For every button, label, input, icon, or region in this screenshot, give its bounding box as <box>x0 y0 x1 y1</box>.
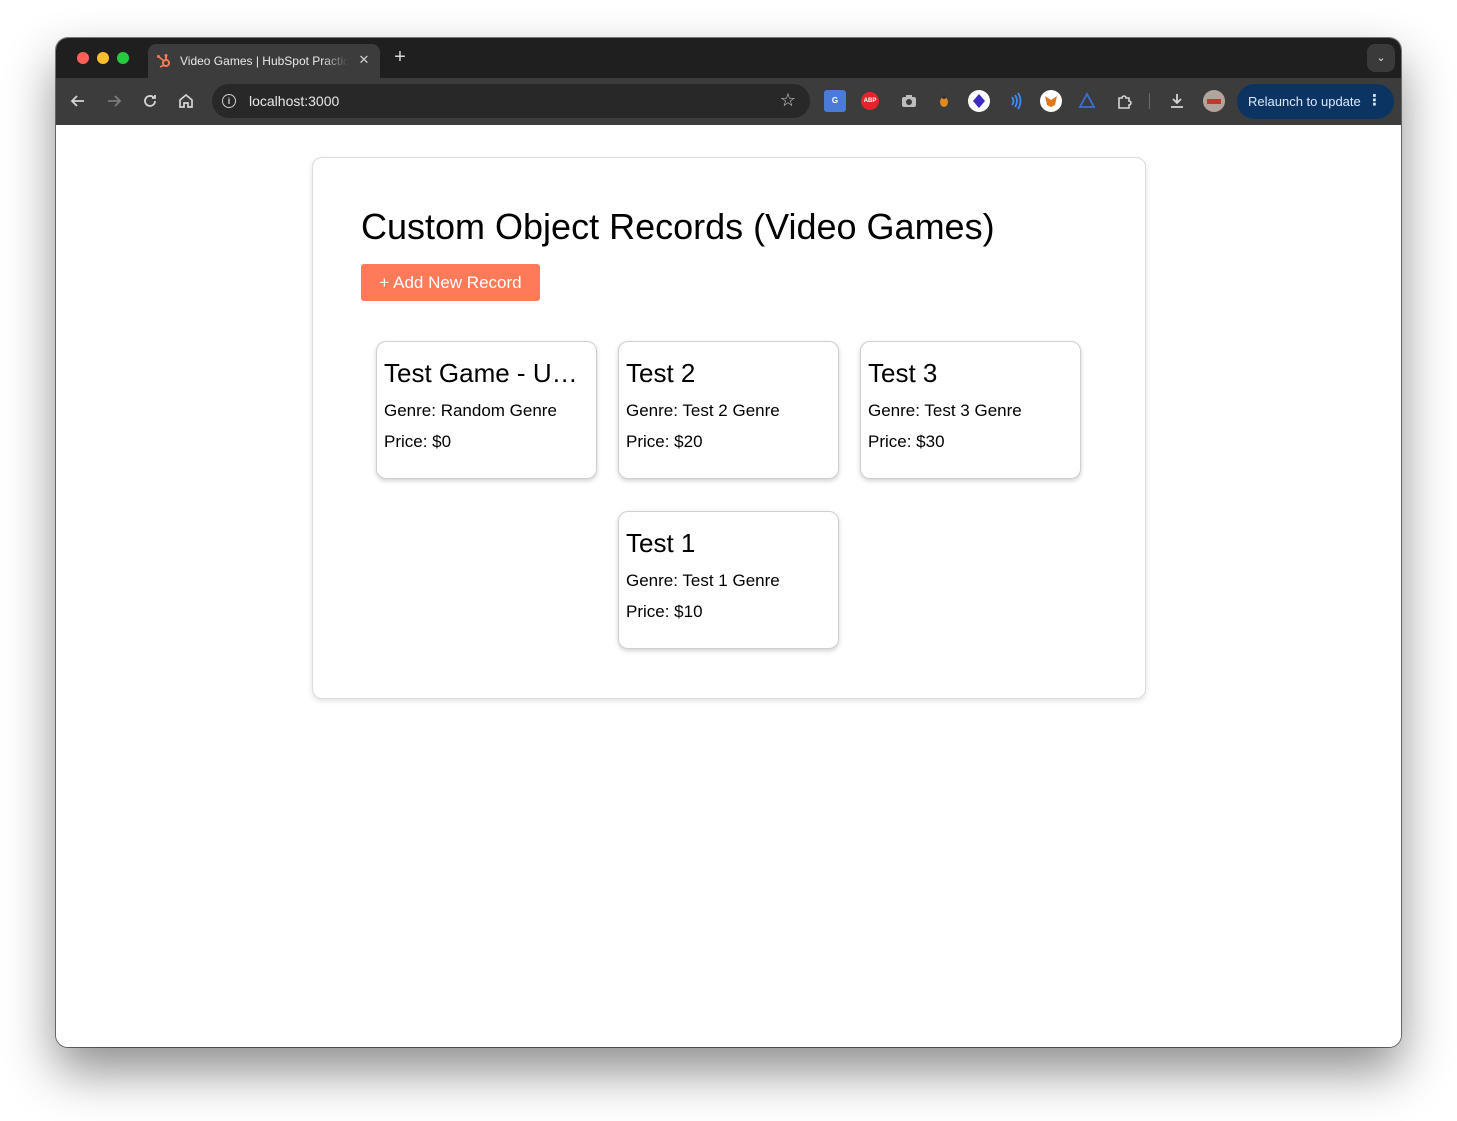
metamask-fox-icon[interactable] <box>1040 90 1062 112</box>
tab-strip: Video Games | HubSpot Practice ✕ + ⌄ <box>56 38 1401 78</box>
relaunch-label: Relaunch to update <box>1248 94 1361 109</box>
profile-avatar[interactable] <box>1203 90 1225 112</box>
reload-icon[interactable] <box>138 89 162 113</box>
record-genre: Genre: Test 1 Genre <box>626 571 780 590</box>
record-name: Test 2 <box>626 358 696 388</box>
maximize-window-button[interactable] <box>117 52 129 64</box>
browser-toolbar: i localhost:3000 ☆ G ABP Relaunch to upd… <box>56 78 1401 125</box>
record-name: Test 3 <box>868 358 938 388</box>
shield-extension-icon[interactable] <box>968 90 990 112</box>
minimize-window-button[interactable] <box>97 52 109 64</box>
puzzle-extensions-icon[interactable] <box>1113 90 1135 112</box>
close-window-button[interactable] <box>77 52 89 64</box>
add-new-record-button[interactable]: + Add New Record <box>361 264 540 301</box>
more-vertical-icon[interactable]: ⋮ <box>1367 91 1382 109</box>
relaunch-to-update-button[interactable]: Relaunch to update ⋮ <box>1237 84 1394 119</box>
records-panel: Custom Object Records (Video Games) + Ad… <box>312 157 1146 699</box>
record-price: Price: $30 <box>868 432 945 451</box>
browser-window: Video Games | HubSpot Practice ✕ + ⌄ i l… <box>56 38 1401 1047</box>
record-genre: Genre: Test 3 Genre <box>868 401 1022 420</box>
translate-label: G <box>831 96 839 105</box>
toolbar-divider <box>1149 93 1150 109</box>
bug-icon[interactable] <box>933 90 955 112</box>
download-icon[interactable] <box>1166 90 1188 112</box>
info-icon[interactable]: i <box>222 94 236 108</box>
record-name: Test Game - UI Test <box>384 358 584 388</box>
hubspot-icon <box>157 54 170 68</box>
record-card[interactable]: Test 3 Genre: Test 3 Genre Price: $30 <box>860 341 1081 479</box>
record-card[interactable]: Test 1 Genre: Test 1 Genre Price: $10 <box>618 511 839 649</box>
back-arrow-icon[interactable] <box>66 89 90 113</box>
record-card[interactable]: Test 2 Genre: Test 2 Genre Price: $20 <box>618 341 839 479</box>
bookmark-star-icon[interactable]: ☆ <box>780 90 796 111</box>
record-name: Test 1 <box>626 528 696 558</box>
tab-title: Video Games | HubSpot Practice <box>180 54 348 68</box>
triangle-extension-icon[interactable] <box>1076 90 1098 112</box>
record-card[interactable]: Test Game - UI Test Genre: Random Genre … <box>376 341 597 479</box>
adblock-plus-icon[interactable]: ABP <box>861 92 879 110</box>
new-tab-button[interactable]: + <box>390 47 410 67</box>
address-bar[interactable]: i localhost:3000 ☆ <box>212 84 810 118</box>
record-price: Price: $10 <box>626 602 703 621</box>
close-tab-icon[interactable]: ✕ <box>356 52 372 68</box>
tab-video-games[interactable]: Video Games | HubSpot Practice ✕ <box>148 44 380 78</box>
page-title: Custom Object Records (Video Games) <box>361 206 995 247</box>
forward-arrow-icon[interactable] <box>102 89 126 113</box>
camera-icon[interactable] <box>898 90 920 112</box>
home-icon[interactable] <box>174 89 198 113</box>
url-text[interactable]: localhost:3000 <box>249 93 339 109</box>
chevron-down-icon[interactable]: ⌄ <box>1367 44 1395 72</box>
abp-label: ABP <box>863 98 877 104</box>
record-genre: Genre: Random Genre <box>384 401 557 420</box>
record-price: Price: $0 <box>384 432 452 451</box>
record-genre: Genre: Test 2 Genre <box>626 401 780 420</box>
google-translate-icon[interactable]: G <box>824 90 846 112</box>
page-content: Custom Object Records (Video Games) + Ad… <box>56 125 1401 1047</box>
record-price: Price: $20 <box>626 432 703 451</box>
wave-extension-icon[interactable] <box>1004 90 1026 112</box>
